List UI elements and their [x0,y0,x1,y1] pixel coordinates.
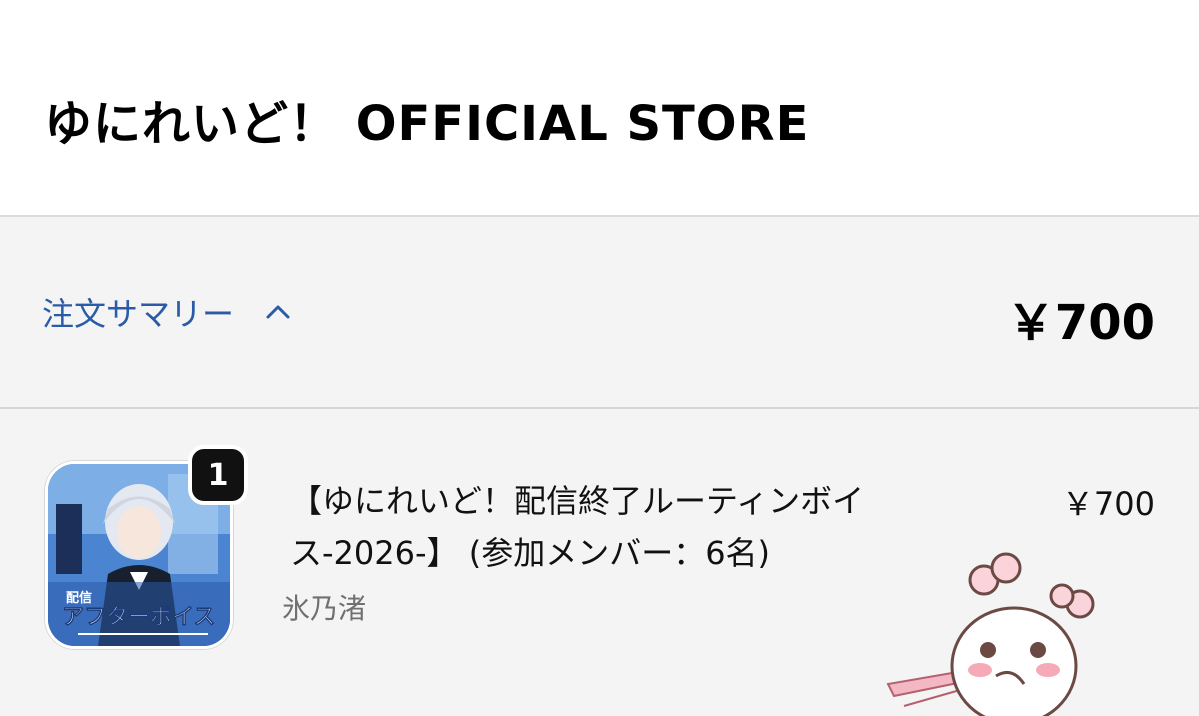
thumbnail-label: アフターボイス [62,605,215,630]
product-price: ￥700 [1061,485,1155,523]
order-summary-bar: 注文サマリー ￥700 [0,217,1199,409]
order-summary-label: 注文サマリー [42,295,235,333]
thumbnail-small-label: 配信 [66,590,92,606]
mascot-doodle-image [886,552,1095,716]
order-summary-toggle[interactable]: 注文サマリー [42,290,292,334]
chevron-up-icon [266,305,290,319]
line-item: 配信 アフターボイス 1 【ゆにれいど！配信終了ルーティンボイス-2026-】 … [0,409,1199,716]
product-vendor: 氷乃渚 [282,592,367,625]
quantity-badge: 1 [188,445,248,505]
order-total: ￥700 [1006,295,1155,351]
store-header: ゆにれいど！ OFFICIAL STORE [0,0,1199,217]
store-title[interactable]: ゆにれいど！ OFFICIAL STORE [44,84,809,154]
